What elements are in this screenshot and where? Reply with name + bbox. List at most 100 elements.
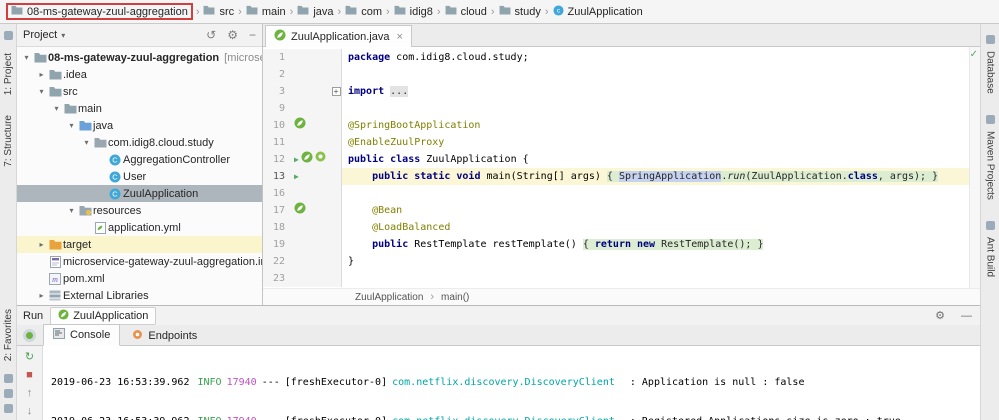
tree-item-pom-xml[interactable]: m pom.xml (17, 270, 262, 287)
tool-window-icon[interactable] (4, 404, 13, 413)
hide-panel-icon[interactable]: − (249, 28, 256, 42)
code-text[interactable]: @SpringBootApplication (342, 117, 980, 134)
spring-bean-icon[interactable] (301, 151, 313, 169)
tree-item-external-libraries[interactable]: ▸ External Libraries (17, 287, 262, 304)
spring-bean-icon[interactable] (315, 151, 326, 168)
run-class-icon[interactable]: ▶ (294, 151, 299, 168)
breadcrumb-class[interactable]: ZuulApplication (355, 292, 423, 303)
code-text[interactable] (342, 66, 980, 83)
stop-icon[interactable]: ■ (26, 369, 33, 381)
code-line[interactable]: 3+import ... (263, 83, 980, 100)
expand-caret-icon[interactable]: ▸ (36, 70, 47, 79)
code-line[interactable]: 17 @Bean (263, 202, 980, 219)
tree-item-zuulapplication[interactable]: C ZuulApplication (17, 185, 262, 202)
tree-item-aggregationcontroller[interactable]: C AggregationController (17, 151, 262, 168)
expand-caret-icon[interactable]: ▾ (36, 87, 47, 96)
tree-item-main[interactable]: ▾ main (17, 100, 262, 117)
inspection-ok-icon[interactable]: ✓ (970, 49, 978, 60)
tool-window-icon[interactable] (4, 31, 13, 40)
tree-item-project-root[interactable]: ▾ 08-ms-gateway-zuul-aggregation [micros… (17, 49, 262, 66)
tool-window-icon[interactable] (4, 389, 13, 398)
tree-item-resources[interactable]: ▾ resources (17, 202, 262, 219)
project-panel-title[interactable]: Project (23, 29, 57, 41)
code-line[interactable]: 19 public RestTemplate restTemplate() { … (263, 236, 980, 253)
expand-caret-icon[interactable]: ▸ (36, 291, 47, 300)
spring-bean-icon[interactable] (294, 202, 306, 220)
code-line[interactable]: 2 (263, 66, 980, 83)
up-stack-trace-icon[interactable]: ↑ (27, 387, 33, 399)
expand-caret-icon[interactable]: ▸ (36, 240, 47, 249)
gear-icon[interactable]: ⚙ (935, 309, 945, 322)
tool-tab-project[interactable]: 1: Project (3, 53, 14, 95)
code-text[interactable]: public RestTemplate restTemplate() { ret… (342, 236, 980, 253)
code-text[interactable]: package com.idig8.cloud.study; (342, 49, 980, 66)
code-text[interactable]: public class ZuulApplication { (342, 151, 980, 168)
tool-tab-favorites[interactable]: 2: Favorites (3, 309, 14, 361)
code-text[interactable]: } (342, 253, 980, 270)
code-text[interactable]: @LoadBalanced (342, 219, 980, 236)
breadcrumb-item-cloud[interactable]: cloud (442, 4, 490, 19)
fold-expand-icon[interactable]: + (332, 87, 341, 96)
code-line[interactable]: 9 (263, 100, 980, 117)
breadcrumb-item-idig8[interactable]: idig8 (391, 4, 436, 19)
code-text[interactable] (342, 185, 980, 202)
run-configuration-tab[interactable]: ZuulApplication (50, 307, 156, 325)
tree-item-iml-file[interactable]: microservice-gateway-zuul-aggregation.im… (17, 253, 262, 270)
breadcrumb-method[interactable]: main() (441, 292, 469, 303)
code-line[interactable]: 10@SpringBootApplication (263, 117, 980, 134)
code-line[interactable]: 18 @LoadBalanced (263, 219, 980, 236)
gear-icon[interactable]: ⚙ (227, 28, 238, 42)
code-line[interactable]: 11@EnableZuulProxy (263, 134, 980, 151)
expand-caret-icon[interactable]: ▾ (66, 206, 77, 215)
tool-tab-ant-build[interactable]: Ant Build (985, 218, 996, 277)
code-line-current[interactable]: 13▶ public static void main(String[] arg… (263, 168, 980, 185)
tab-endpoints[interactable]: Endpoints (123, 326, 206, 346)
tab-console[interactable]: Console (43, 324, 120, 346)
code-text[interactable]: public static void main(String[] args) {… (342, 168, 980, 185)
chevron-down-icon[interactable]: ▾ (61, 31, 65, 40)
expand-caret-icon[interactable]: ▾ (51, 104, 62, 113)
tool-window-icon[interactable] (4, 374, 13, 383)
code-text[interactable] (342, 270, 980, 287)
breadcrumb-item-zuulapplication[interactable]: cZuulApplication (550, 4, 646, 20)
breadcrumb-item-com[interactable]: com (342, 4, 385, 19)
tree-item-package[interactable]: ▾ com.idig8.cloud.study (17, 134, 262, 151)
close-icon[interactable]: × (396, 31, 402, 43)
breadcrumb-item-project[interactable]: 08-ms-gateway-zuul-aggregation (6, 3, 193, 20)
tree-item-user[interactable]: C User (17, 168, 262, 185)
rerun-icon[interactable]: ↻ (25, 350, 34, 363)
code-text[interactable]: import ... (342, 83, 980, 100)
expand-caret-icon[interactable]: ▾ (66, 121, 77, 130)
editor-scrollbar[interactable] (969, 47, 980, 288)
tree-item-src[interactable]: ▾ src (17, 83, 262, 100)
rerun-application-icon[interactable] (23, 329, 36, 342)
code-line[interactable]: 12▶public class ZuulApplication { (263, 151, 980, 168)
tool-tab-structure[interactable]: 7: Structure (3, 115, 14, 167)
code-text[interactable]: @Bean (342, 202, 980, 219)
tree-item-target[interactable]: ▸ target (17, 236, 262, 253)
down-stack-trace-icon[interactable]: ↓ (27, 405, 33, 417)
code-line[interactable]: 1package com.idig8.cloud.study; (263, 49, 980, 66)
tree-item-java[interactable]: ▾ java (17, 117, 262, 134)
tree-item-idea[interactable]: ▸ .idea (17, 66, 262, 83)
code-line[interactable]: 22} (263, 253, 980, 270)
code-line[interactable]: 23 (263, 270, 980, 287)
tool-tab-database[interactable]: Database (985, 32, 996, 94)
code-line[interactable]: 16 (263, 185, 980, 202)
tree-item-application-yml[interactable]: application.yml (17, 219, 262, 236)
breadcrumb-item-study[interactable]: study (496, 4, 544, 19)
breadcrumb-item-main[interactable]: main (243, 4, 289, 19)
code-text[interactable] (342, 100, 980, 117)
run-main-icon[interactable]: ▶ (294, 168, 299, 185)
hide-panel-icon[interactable]: — (961, 310, 972, 322)
code-editor[interactable]: 1package com.idig8.cloud.study; 2 3+impo… (263, 47, 980, 288)
editor-tab-zuulapplication[interactable]: ZuulApplication.java × (265, 25, 412, 47)
expand-caret-icon[interactable]: ▾ (81, 138, 92, 147)
expand-caret-icon[interactable]: ▾ (21, 53, 32, 62)
spring-bean-icon[interactable] (294, 117, 306, 135)
code-text[interactable]: @EnableZuulProxy (342, 134, 980, 151)
breadcrumb-item-java[interactable]: java (294, 4, 336, 19)
console-output[interactable]: 2019-06-23 16:53:39.962INFO17940---[fres… (43, 346, 980, 420)
tool-tab-maven-projects[interactable]: Maven Projects (985, 112, 996, 200)
breadcrumb-item-src[interactable]: src (200, 4, 237, 19)
